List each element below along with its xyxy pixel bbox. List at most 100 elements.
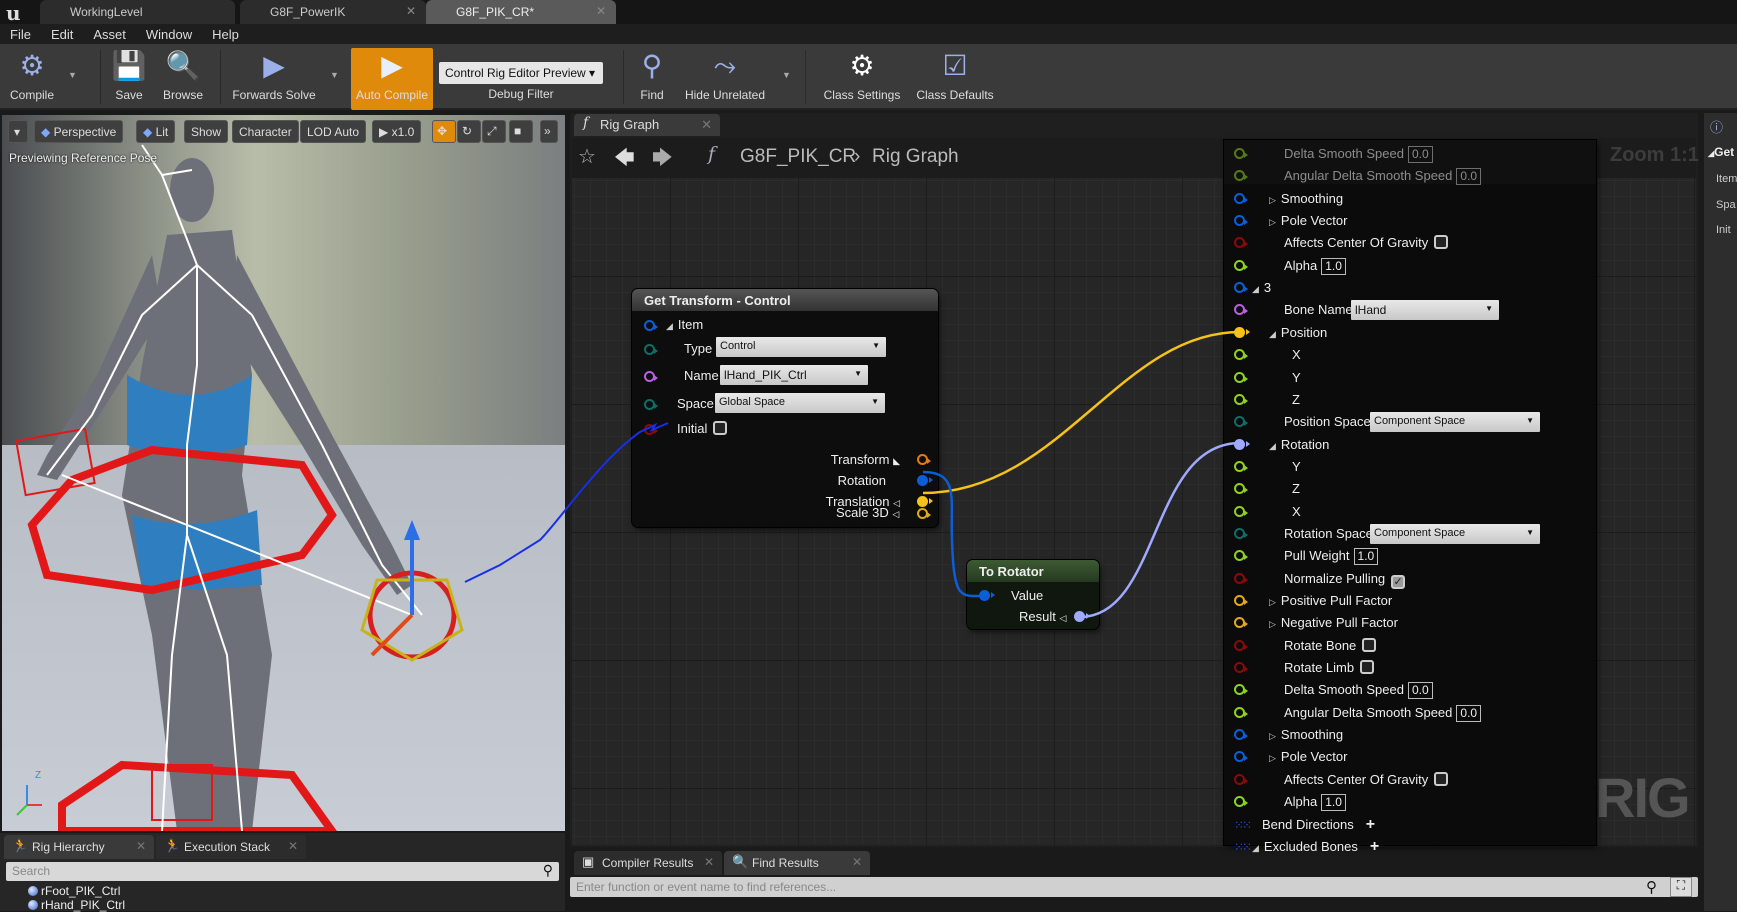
debug-filter-select[interactable]: Control Rig Editor Preview ▾ <box>439 62 603 84</box>
array-pin-icon[interactable]: ⁙⁙ <box>1234 840 1252 854</box>
bool-pin[interactable] <box>1234 572 1248 584</box>
class-defaults-button[interactable]: ☑ Class Defaults <box>915 48 995 108</box>
tab-g8f-pik-cr[interactable]: G8F_PIK_CR* ✕ <box>426 0 616 24</box>
unreal-logo[interactable]: u <box>6 1 21 25</box>
class-settings-button[interactable]: ⚙ Class Settings <box>822 48 902 108</box>
close-icon[interactable]: ✕ <box>406 4 416 18</box>
float-pin[interactable] <box>1234 259 1248 271</box>
float-pin[interactable] <box>1234 148 1248 159</box>
checkbox[interactable]: ✓ <box>1391 574 1406 589</box>
struct-pin[interactable] <box>1234 729 1248 741</box>
number-field[interactable]: 1.0 <box>1321 794 1346 812</box>
number-field[interactable]: 0.0 <box>1456 168 1482 186</box>
dropdown[interactable]: Component Space <box>1370 523 1540 544</box>
close-icon[interactable]: ✕ <box>136 839 146 853</box>
compile-options-dropdown[interactable]: ▼ <box>68 70 77 80</box>
hierarchy-item[interactable]: rHand_PIK_Ctrl <box>28 898 125 912</box>
transform-output-pin[interactable] <box>917 454 931 465</box>
details-section-get[interactable]: ◢Get <box>1708 145 1734 159</box>
struct-pin[interactable] <box>1234 282 1248 294</box>
tab-working-level[interactable]: WorkingLevel <box>40 0 235 24</box>
to-rotator-node[interactable]: To Rotator Value Result ◁ <box>967 560 1099 629</box>
pull-pin[interactable] <box>1234 595 1248 606</box>
close-icon[interactable]: ✕ <box>852 855 862 869</box>
lit-button[interactable]: ◆ Lit <box>136 120 176 143</box>
lod-button[interactable]: LOD Auto <box>300 120 367 143</box>
vector-pin[interactable] <box>1234 326 1250 338</box>
name-dropdown[interactable]: lHand_PIK_Ctrl <box>720 365 868 385</box>
struct-pin[interactable] <box>1234 192 1248 204</box>
power-ik-node[interactable]: Delta Smooth Speed 0.0 Angular Delta Smoot… <box>1224 140 1596 854</box>
float-pin[interactable] <box>1234 684 1248 696</box>
viewport-options-button[interactable]: ▾ <box>8 120 28 143</box>
struct-pin[interactable] <box>1234 215 1248 227</box>
save-button[interactable]: 💾 Save <box>108 48 150 108</box>
breadcrumb-asset[interactable]: G8F_PIK_CR <box>740 146 856 168</box>
perspective-button[interactable]: ◆ Perspective <box>34 120 124 143</box>
forward-arrow-icon[interactable]: 🡆 <box>652 143 673 177</box>
item-pin[interactable] <box>644 320 658 331</box>
float-pin[interactable] <box>1234 349 1248 361</box>
type-pin[interactable] <box>644 344 658 355</box>
add-element-icon[interactable]: + <box>1366 816 1375 833</box>
initial-checkbox[interactable] <box>713 421 728 435</box>
bool-pin[interactable] <box>1234 662 1248 674</box>
menu-help[interactable]: Help <box>202 24 249 44</box>
search-icon[interactable]: ⚲ <box>1646 878 1657 896</box>
menu-window[interactable]: Window <box>136 24 202 44</box>
translation-output-pin[interactable] <box>917 496 933 507</box>
menu-file[interactable]: File <box>0 24 41 44</box>
float-pin[interactable] <box>1234 460 1248 472</box>
float-pin[interactable] <box>1234 371 1248 383</box>
expand-triangle-icon[interactable]: ◢ <box>1269 329 1276 339</box>
number-field[interactable]: 1.0 <box>1321 257 1346 275</box>
favorite-star-icon[interactable]: ☆ <box>578 144 596 169</box>
expand-triangle-icon[interactable]: ◢ <box>666 321 673 331</box>
auto-compile-button[interactable]: ▶ Auto Compile <box>351 48 433 110</box>
find-in-all-button[interactable]: ⛶ <box>1670 877 1692 897</box>
expand-triangle-icon[interactable]: ▷ <box>1269 753 1276 763</box>
get-transform-node[interactable]: Get Transform - Control ◢ Item Type Contr… <box>632 289 938 527</box>
expand-triangle-icon[interactable]: ◢ <box>1252 284 1259 294</box>
solve-options-dropdown[interactable]: ▼ <box>330 70 339 80</box>
float-pin[interactable] <box>1234 505 1248 517</box>
struct-pin[interactable] <box>1234 751 1248 763</box>
find-references-input[interactable]: Enter function or event name to find ref… <box>570 877 1698 897</box>
character-button[interactable]: Character <box>232 120 299 143</box>
tab-rig-hierarchy[interactable]: 🏃 Rig Hierarchy ✕ <box>4 835 154 859</box>
translate-mode-button[interactable]: ✥ <box>432 120 456 143</box>
expand-triangle-icon[interactable]: ◢ <box>1252 843 1259 853</box>
checkbox[interactable] <box>1434 235 1449 250</box>
hide-unrelated-button[interactable]: ⤳ Hide Unrelated <box>684 48 766 108</box>
float-pin[interactable] <box>1234 170 1248 182</box>
enum-pin[interactable] <box>1234 527 1248 539</box>
dropdown[interactable]: Component Space <box>1370 412 1540 433</box>
viewport[interactable]: Z ▾ ◆ Perspective ◆ Lit Show Character L… <box>2 115 565 831</box>
float-pin[interactable] <box>1234 706 1248 718</box>
hierarchy-search-input[interactable]: Search ⚲ <box>6 862 559 881</box>
number-field[interactable]: 1.0 <box>1353 548 1379 566</box>
space-pin[interactable] <box>644 399 658 410</box>
surface-snap-button[interactable]: ■ <box>509 120 533 143</box>
breadcrumb-graph[interactable]: Rig Graph <box>872 146 959 168</box>
scale-output-pin[interactable] <box>917 508 931 519</box>
pull-pin[interactable] <box>1234 617 1248 629</box>
number-field[interactable]: 0.0 <box>1407 682 1433 700</box>
expand-triangle-icon[interactable]: ▷ <box>1269 619 1276 629</box>
enum-pin[interactable] <box>1234 416 1248 428</box>
array-pin-icon[interactable]: ⁙⁙ <box>1234 818 1252 832</box>
add-element-icon[interactable]: + <box>1370 838 1379 855</box>
expand-triangle-icon[interactable]: ▷ <box>1269 597 1276 607</box>
close-icon[interactable]: ✕ <box>596 4 606 18</box>
name-pin[interactable] <box>644 371 658 382</box>
bool-pin[interactable] <box>1234 773 1248 785</box>
tab-g8f-powerik[interactable]: G8F_PowerIK ✕ <box>240 0 426 24</box>
bool-pin[interactable] <box>1234 639 1248 651</box>
name-pin[interactable] <box>1234 304 1248 316</box>
type-dropdown[interactable]: Control <box>716 337 886 357</box>
rotate-mode-button[interactable]: ↻ <box>457 120 481 143</box>
more-options-button[interactable]: » <box>540 120 558 143</box>
expand-triangle-icon[interactable]: ◢ <box>1269 441 1276 451</box>
forwards-solve-button[interactable]: ▶ Forwards Solve <box>228 48 320 108</box>
expand-triangle-icon[interactable]: ▷ <box>1269 731 1276 741</box>
